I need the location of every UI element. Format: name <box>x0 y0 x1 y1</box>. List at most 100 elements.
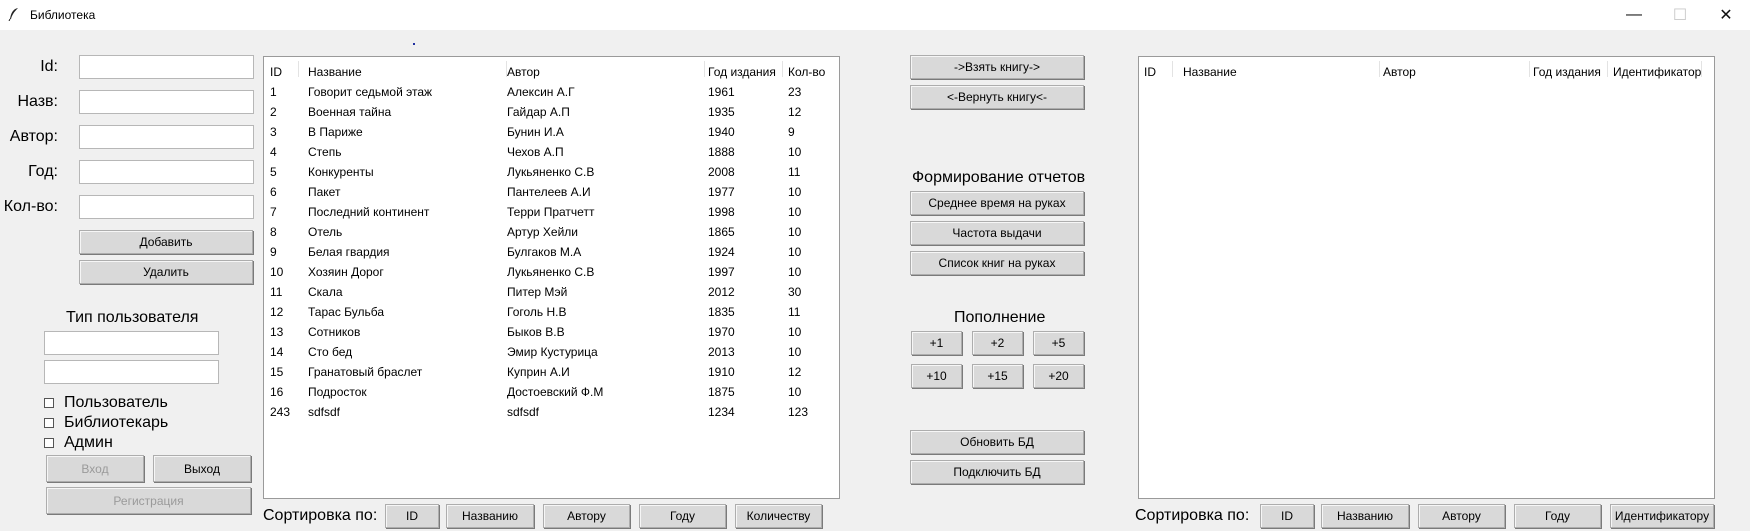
books-on-hand-report-button[interactable]: Список книг на руках <box>910 251 1084 275</box>
cell-name: Конкуренты <box>308 165 374 179</box>
table-row[interactable]: 6 Пакет Пантелеев А.И 1977 10 <box>264 182 824 202</box>
close-button[interactable]: ✕ <box>1703 0 1749 30</box>
column-header-name[interactable]: Название <box>1183 65 1237 79</box>
column-header-author[interactable]: Автор <box>507 65 540 79</box>
column-divider[interactable] <box>1701 61 1702 77</box>
minimize-icon: — <box>1626 6 1642 23</box>
table-row[interactable]: 243 sdfsdf sdfsdf 1234 123 <box>264 402 824 422</box>
cell-id: 2 <box>270 105 277 119</box>
connect-db-button[interactable]: Подключить БД <box>910 460 1084 484</box>
password-input[interactable] <box>44 360 219 384</box>
count-input[interactable] <box>79 195 254 219</box>
maximize-button[interactable]: ☐ <box>1657 0 1703 30</box>
table-row[interactable]: 1 Говорит седьмой этаж Алексин А.Г 1961 23 <box>264 82 824 102</box>
cell-year: 1910 <box>708 365 735 379</box>
delete-button[interactable]: Удалить <box>79 260 253 284</box>
taken-sort-by-name-button[interactable]: Названию <box>1321 504 1409 528</box>
add-button[interactable]: Добавить <box>79 230 253 254</box>
login-button[interactable]: Вход <box>46 455 144 482</box>
cell-count: 10 <box>788 225 802 239</box>
cell-count: 10 <box>788 325 802 339</box>
table-row[interactable]: 3 В Париже Бунин И.А 1940 9 <box>264 122 824 142</box>
table-row[interactable]: 15 Гранатовый браслет Куприн А.И 1910 12 <box>264 362 824 382</box>
taken-books-table[interactable]: ID Название Автор Год издания Идентифика… <box>1138 56 1715 499</box>
name-input[interactable] <box>79 90 254 114</box>
column-divider[interactable] <box>1529 61 1530 77</box>
update-db-button[interactable]: Обновить БД <box>910 430 1084 454</box>
table-row[interactable]: 14 Сто бед Эмир Кустурица 2013 10 <box>264 342 824 362</box>
column-header-year[interactable]: Год издания <box>708 65 776 79</box>
table-row[interactable]: 4 Степь Чехов А.П 1888 10 <box>264 142 824 162</box>
cell-id: 10 <box>270 265 284 279</box>
table-row[interactable]: 9 Белая гвардия Булгаков М.А 1924 10 <box>264 242 824 262</box>
restock-plus15-button[interactable]: +15 <box>972 364 1023 388</box>
cell-name: Пакет <box>308 185 341 199</box>
restock-plus1-button[interactable]: +1 <box>911 331 962 355</box>
column-header-name[interactable]: Название <box>308 65 362 79</box>
restock-plus5-button[interactable]: +5 <box>1033 331 1084 355</box>
column-header-count[interactable]: Кол-во <box>788 65 825 79</box>
role-admin-checkbox[interactable] <box>44 438 54 448</box>
taken-sort-by-identifier-button[interactable]: Идентификатору <box>1610 504 1714 528</box>
year-input[interactable] <box>79 160 254 184</box>
column-divider[interactable] <box>298 61 299 77</box>
column-divider[interactable] <box>1172 61 1173 77</box>
cell-author: Алексин А.Г <box>507 85 575 99</box>
restock-plus2-button[interactable]: +2 <box>972 331 1023 355</box>
table-row[interactable]: 7 Последний континент Терри Пратчетт 1998 10 <box>264 202 824 222</box>
column-divider[interactable] <box>1607 61 1608 77</box>
frequency-report-button[interactable]: Частота выдачи <box>910 221 1084 245</box>
cell-author: Чехов А.П <box>507 145 564 159</box>
sort-by-count-button[interactable]: Количеству <box>735 504 822 528</box>
author-input[interactable] <box>79 125 254 149</box>
column-header-id[interactable]: ID <box>1144 65 1156 79</box>
sort-by-id-button[interactable]: ID <box>385 504 439 528</box>
column-header-author[interactable]: Автор <box>1383 65 1416 79</box>
restock-plus20-button[interactable]: +20 <box>1033 364 1084 388</box>
exit-button[interactable]: Выход <box>153 455 251 482</box>
column-divider[interactable] <box>782 61 783 77</box>
table-row[interactable]: 8 Отель Артур Хейли 1865 10 <box>264 222 824 242</box>
maximize-icon: ☐ <box>1672 7 1688 24</box>
table-row[interactable]: 11 Скала Питер Мэй 2012 30 <box>264 282 824 302</box>
role-user-checkbox[interactable] <box>44 398 54 408</box>
sort-by-year-button[interactable]: Году <box>639 504 726 528</box>
avg-time-report-button[interactable]: Среднее время на руках <box>910 191 1084 215</box>
role-librarian-checkbox[interactable] <box>44 418 54 428</box>
sort-by-name-button[interactable]: Названию <box>446 504 534 528</box>
cell-author: Достоевский Ф.М <box>507 385 604 399</box>
cell-author: Булгаков М.А <box>507 245 582 259</box>
register-button[interactable]: Регистрация <box>46 487 251 514</box>
column-header-id[interactable]: ID <box>270 65 282 79</box>
sort-by-author-button[interactable]: Автору <box>543 504 630 528</box>
table-row[interactable]: 2 Военная тайна Гайдар А.П 1935 12 <box>264 102 824 122</box>
id-input[interactable] <box>79 55 254 79</box>
minimize-button[interactable]: — <box>1611 0 1657 30</box>
column-divider[interactable] <box>704 61 705 77</box>
reports-heading: Формирование отчетов <box>912 169 1086 186</box>
login-input[interactable] <box>44 331 219 355</box>
cell-count: 10 <box>788 265 802 279</box>
table-row[interactable]: 16 Подросток Достоевский Ф.М 1875 10 <box>264 382 824 402</box>
cell-year: 1997 <box>708 265 735 279</box>
taken-sort-by-id-button[interactable]: ID <box>1260 504 1314 528</box>
cell-id: 11 <box>270 285 283 299</box>
column-divider[interactable] <box>1379 61 1380 77</box>
column-header-identifier[interactable]: Идентификатор <box>1613 65 1701 79</box>
cell-count: 10 <box>788 345 802 359</box>
restock-plus10-button[interactable]: +10 <box>911 364 962 388</box>
table-row[interactable]: 12 Тарас Бульба Гоголь Н.В 1835 11 <box>264 302 824 322</box>
cell-name: Говорит седьмой этаж <box>308 85 433 99</box>
books-table[interactable]: ID Название Автор Год издания Кол-во 1 Го… <box>263 56 840 499</box>
table-row[interactable]: 10 Хозяин Дорог Лукьяненко С.В 1997 10 <box>264 262 824 282</box>
return-book-button[interactable]: <-Вернуть книгу<- <box>910 85 1084 109</box>
taken-sort-by-year-button[interactable]: Году <box>1514 504 1601 528</box>
cell-id: 15 <box>270 365 284 379</box>
cell-name: Военная тайна <box>308 105 392 119</box>
cell-id: 3 <box>270 125 277 139</box>
table-row[interactable]: 13 Сотников Быков В.В 1970 10 <box>264 322 824 342</box>
column-header-year[interactable]: Год издания <box>1533 65 1601 79</box>
table-row[interactable]: 5 Конкуренты Лукьяненко С.В 2008 11 <box>264 162 824 182</box>
take-book-button[interactable]: ->Взять книгу-> <box>910 55 1084 79</box>
taken-sort-by-author-button[interactable]: Автору <box>1418 504 1505 528</box>
